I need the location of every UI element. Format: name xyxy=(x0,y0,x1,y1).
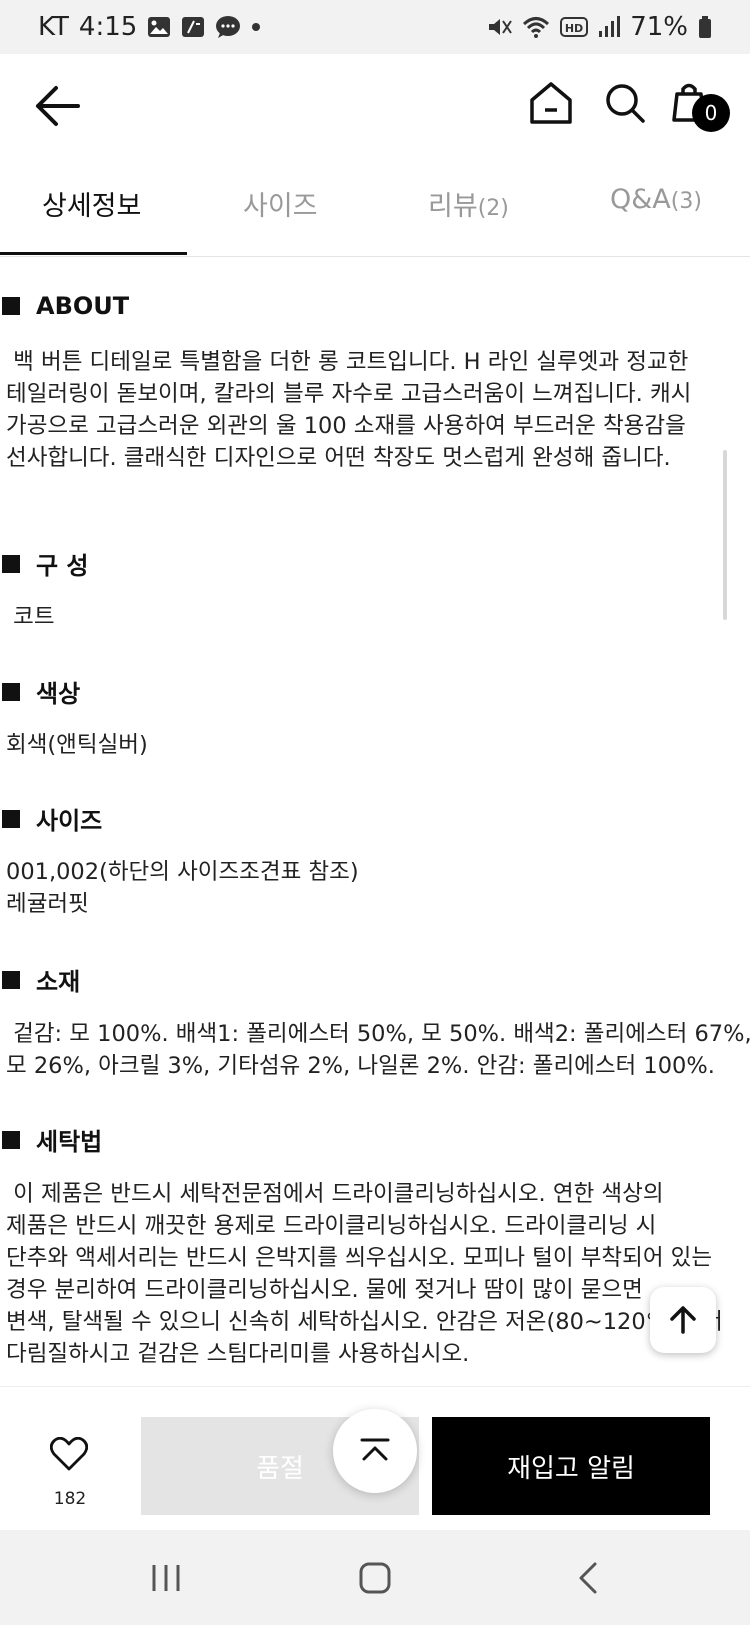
detail-tabs: 상세정보 사이즈 리뷰(2) Q&A(3) xyxy=(0,154,750,257)
active-tab-indicator xyxy=(0,252,187,255)
carrier-label: KT xyxy=(38,12,69,42)
home-square-icon xyxy=(359,1562,391,1594)
scroll-to-top-button[interactable] xyxy=(650,1287,716,1353)
tab-detail-info[interactable]: 상세정보 xyxy=(42,184,141,223)
tab-reviews[interactable]: 리뷰(2) xyxy=(428,184,509,223)
dot-icon xyxy=(251,22,261,32)
section-heading-composition: 구 성 xyxy=(2,546,89,581)
tab-size[interactable]: 사이즈 xyxy=(243,184,318,223)
material-text: 겉감: 모 100%. 배색1: 폴리에스터 50%, 모 50%. 배색2: … xyxy=(6,1021,750,1079)
product-detail-content: ABOUT 백 버튼 디테일로 특별함을 더한 롱 코트입니다. H 라인 실루… xyxy=(0,256,750,1386)
tab-label: 상세정보 xyxy=(42,191,142,222)
home-button[interactable] xyxy=(528,80,574,126)
square-bullet-icon xyxy=(2,297,20,315)
chevron-up-bar-icon xyxy=(360,1438,390,1461)
square-bullet-icon xyxy=(2,809,20,828)
square-bullet-icon xyxy=(2,1130,20,1149)
image-icon xyxy=(147,16,171,38)
like-button[interactable] xyxy=(40,1436,98,1475)
restock-alert-button[interactable]: 재입고 알림 xyxy=(432,1417,710,1515)
svg-text:HD: HD xyxy=(565,22,583,35)
signal-icon xyxy=(598,15,621,39)
section-heading-about: ABOUT xyxy=(2,292,129,320)
arrow-left-icon xyxy=(36,86,80,126)
hd-icon: HD xyxy=(560,15,589,39)
tab-count: (2) xyxy=(477,196,509,221)
back-nav-button[interactable] xyxy=(566,1556,610,1600)
mute-icon xyxy=(486,15,513,39)
size-text: 001,002(하단의 사이즈조견표 참조) 레귤러핏 xyxy=(6,859,359,917)
search-button[interactable] xyxy=(604,82,646,124)
tab-count: (3) xyxy=(670,189,702,214)
purchase-bar: 182 품절 재입고 알림 xyxy=(0,1386,750,1531)
composition-text: 코트 xyxy=(6,604,55,630)
wifi-icon xyxy=(522,15,550,39)
search-icon xyxy=(606,84,645,123)
tab-label: Q&A xyxy=(610,184,671,215)
square-bullet-icon xyxy=(2,554,20,573)
back-button[interactable] xyxy=(34,84,82,128)
section-heading-washing: 세탁법 xyxy=(2,1122,102,1157)
section-heading-material: 소재 xyxy=(2,962,80,997)
section-heading-size: 사이즈 xyxy=(2,801,102,836)
square-bullet-icon xyxy=(2,682,20,701)
chevron-left-icon xyxy=(579,1562,597,1594)
recent-apps-button[interactable] xyxy=(144,1556,188,1600)
cart-count-badge: 0 xyxy=(692,94,730,132)
battery-percent: 71% xyxy=(630,12,688,42)
home-nav-button[interactable] xyxy=(353,1556,397,1600)
section-heading-color: 색상 xyxy=(2,674,80,709)
app-header xyxy=(0,54,750,154)
clock-time: 4:15 xyxy=(78,12,138,42)
battery-icon xyxy=(698,15,712,39)
chat-icon xyxy=(215,15,241,39)
like-count: 182 xyxy=(53,1489,87,1509)
tab-label: 사이즈 xyxy=(243,191,318,222)
square-bullet-icon xyxy=(2,970,20,989)
color-text: 회색(앤틱실버) xyxy=(6,732,148,758)
washing-text: 이 제품은 반드시 세탁전문점에서 드라이클리닝하십시오. 연한 색상의 제품은… xyxy=(6,1181,723,1367)
tab-label: 리뷰 xyxy=(428,191,478,222)
home-icon xyxy=(530,82,572,124)
arrow-up-icon xyxy=(670,1306,696,1334)
system-nav-bar xyxy=(0,1530,750,1625)
recent-apps-icon xyxy=(152,1565,180,1591)
heart-icon xyxy=(49,1436,89,1471)
status-bar: KT 4:15 HD 71% xyxy=(0,0,750,54)
calendar-icon xyxy=(181,16,205,38)
tab-qna[interactable]: Q&A(3) xyxy=(610,184,702,215)
collapse-button[interactable] xyxy=(333,1409,417,1493)
about-description: 백 버튼 디테일로 특별함을 더한 롱 코트입니다. H 라인 실루엣과 정교한… xyxy=(6,349,692,471)
scrollbar-thumb[interactable] xyxy=(723,450,727,620)
